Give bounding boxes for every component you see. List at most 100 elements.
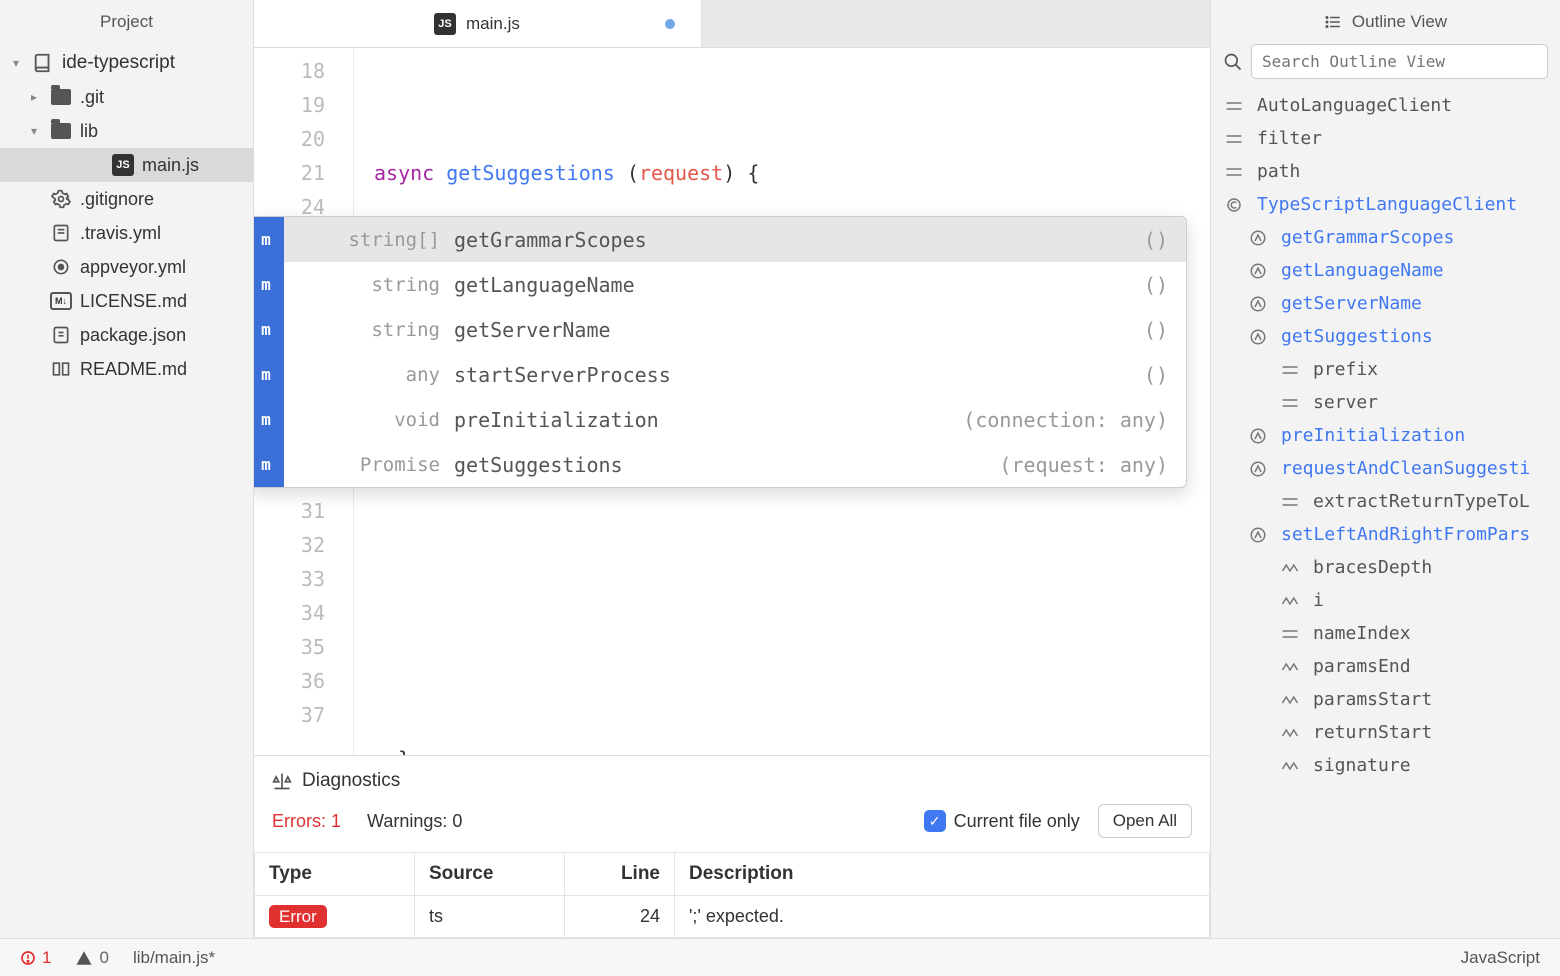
outline-label: nameIndex bbox=[1313, 623, 1411, 644]
tree-item-label: .travis.yml bbox=[80, 223, 161, 244]
tree-item[interactable]: ▸.git bbox=[0, 80, 253, 114]
outline-item[interactable]: AutoLanguageClient bbox=[1211, 89, 1560, 122]
outline-item[interactable]: paramsStart bbox=[1211, 683, 1560, 716]
outline-item[interactable]: TypeScriptLanguageClient bbox=[1211, 188, 1560, 221]
autocomplete-item[interactable]: mvoidpreInitialization(connection: any) bbox=[254, 397, 1186, 442]
outline-item[interactable]: signature bbox=[1211, 749, 1560, 782]
folder-icon bbox=[51, 123, 71, 139]
status-language[interactable]: JavaScript bbox=[1461, 948, 1540, 968]
col-line[interactable]: Line bbox=[565, 853, 675, 896]
outline-var-icon bbox=[1281, 693, 1303, 707]
search-icon bbox=[1223, 52, 1243, 72]
autocomplete-item[interactable]: mstringgetLanguageName() bbox=[254, 262, 1186, 307]
book-icon bbox=[32, 52, 54, 74]
diagnostics-panel: Diagnostics Errors: 1 Warnings: 0 ✓ Curr… bbox=[254, 755, 1210, 938]
outline-item[interactable]: server bbox=[1211, 386, 1560, 419]
autocomplete-popup[interactable]: mstring[]getGrammarScopes()mstringgetLan… bbox=[254, 216, 1187, 488]
file-type-icon bbox=[50, 324, 72, 346]
warning-count: Warnings: 0 bbox=[367, 811, 462, 832]
outline-fn-icon bbox=[1249, 328, 1271, 346]
tree-item[interactable]: .gitignore bbox=[0, 182, 253, 216]
col-source[interactable]: Source bbox=[415, 853, 565, 896]
tab-label: main.js bbox=[466, 14, 520, 34]
outline-item[interactable]: getGrammarScopes bbox=[1211, 221, 1560, 254]
tree-item[interactable]: M↓ LICENSE.md bbox=[0, 284, 253, 318]
tree-item[interactable]: .travis.yml bbox=[0, 216, 253, 250]
tree-item[interactable]: JS main.js bbox=[0, 148, 253, 182]
outline-item[interactable]: extractReturnTypeToL bbox=[1211, 485, 1560, 518]
tree-root[interactable]: ▾ ide-typescript bbox=[0, 46, 253, 80]
diagnostics-table: Type Source Line Description Errorts24';… bbox=[254, 852, 1210, 938]
outline-label: returnStart bbox=[1313, 722, 1432, 743]
outline-item[interactable]: getLanguageName bbox=[1211, 254, 1560, 287]
autocomplete-item[interactable]: mPromisegetSuggestions(request: any) bbox=[254, 442, 1186, 487]
outline-label: paramsEnd bbox=[1313, 656, 1411, 677]
editor-body[interactable]: 181920212431323334353637 async getSugges… bbox=[254, 48, 1210, 755]
file-type-icon bbox=[50, 188, 72, 210]
tree-item-label: .git bbox=[80, 87, 104, 108]
outline-item[interactable]: filter bbox=[1211, 122, 1560, 155]
status-warnings[interactable]: 0 bbox=[75, 948, 108, 968]
js-file-icon: JS bbox=[434, 13, 456, 35]
tree-item[interactable]: package.json bbox=[0, 318, 253, 352]
file-type-icon: JS bbox=[112, 154, 134, 176]
status-file[interactable]: lib/main.js* bbox=[133, 948, 215, 968]
outline-label: getLanguageName bbox=[1281, 260, 1444, 281]
outline-panel: Outline View AutoLanguageClientfilterpat… bbox=[1210, 0, 1560, 938]
outline-var-icon bbox=[1281, 561, 1303, 575]
outline-item[interactable]: setLeftAndRightFromPars bbox=[1211, 518, 1560, 551]
outline-label: requestAndCleanSuggesti bbox=[1281, 458, 1530, 479]
outline-item[interactable]: preInitialization bbox=[1211, 419, 1560, 452]
outline-item[interactable]: getServerName bbox=[1211, 287, 1560, 320]
folder-icon bbox=[51, 89, 71, 105]
outline-label: AutoLanguageClient bbox=[1257, 95, 1452, 116]
open-all-button[interactable]: Open All bbox=[1098, 804, 1192, 838]
method-badge-icon: m bbox=[254, 307, 284, 352]
modified-indicator-icon bbox=[665, 19, 675, 29]
outline-item[interactable]: prefix bbox=[1211, 353, 1560, 386]
tree-item[interactable]: ▾lib bbox=[0, 114, 253, 148]
outline-item[interactable]: path bbox=[1211, 155, 1560, 188]
tab-bar: JS main.js bbox=[254, 0, 1210, 48]
tree-item[interactable]: README.md bbox=[0, 352, 253, 386]
outline-item[interactable]: nameIndex bbox=[1211, 617, 1560, 650]
outline-item[interactable]: i bbox=[1211, 584, 1560, 617]
main-row: Project ▾ ide-typescript ▸.git▾libJSmain… bbox=[0, 0, 1560, 938]
outline-search-input[interactable] bbox=[1251, 44, 1548, 79]
tree-item-label: LICENSE.md bbox=[80, 291, 187, 312]
tab-active[interactable]: JS main.js bbox=[254, 0, 702, 47]
tree-item-label: appveyor.yml bbox=[80, 257, 186, 278]
outline-item[interactable]: requestAndCleanSuggesti bbox=[1211, 452, 1560, 485]
outline-var-icon bbox=[1281, 594, 1303, 608]
diagnostic-row[interactable]: Errorts24';' expected. bbox=[255, 896, 1210, 938]
current-file-toggle[interactable]: ✓ Current file only bbox=[924, 810, 1080, 832]
chevron-down-icon: ▾ bbox=[8, 56, 24, 70]
outline-label: getSuggestions bbox=[1281, 326, 1433, 347]
col-type[interactable]: Type bbox=[255, 853, 415, 896]
autocomplete-item[interactable]: mstringgetServerName() bbox=[254, 307, 1186, 352]
col-desc[interactable]: Description bbox=[675, 853, 1210, 896]
outline-item[interactable]: getSuggestions bbox=[1211, 320, 1560, 353]
status-errors[interactable]: 1 bbox=[20, 948, 51, 968]
tree-item-label: main.js bbox=[142, 155, 199, 176]
autocomplete-item[interactable]: manystartServerProcess() bbox=[254, 352, 1186, 397]
outline-const-icon bbox=[1225, 99, 1247, 113]
checkbox-icon: ✓ bbox=[924, 810, 946, 832]
autocomplete-item[interactable]: mstring[]getGrammarScopes() bbox=[254, 217, 1186, 262]
outline-label: filter bbox=[1257, 128, 1322, 149]
outline-fn-icon bbox=[1249, 427, 1271, 445]
outline-fn-icon bbox=[1249, 295, 1271, 313]
outline-item[interactable]: returnStart bbox=[1211, 716, 1560, 749]
outline-item[interactable]: paramsEnd bbox=[1211, 650, 1560, 683]
outline-item[interactable]: bracesDepth bbox=[1211, 551, 1560, 584]
outline-label: paramsStart bbox=[1313, 689, 1432, 710]
file-type-icon: M↓ bbox=[50, 290, 72, 312]
js-file-icon: JS bbox=[112, 154, 134, 176]
outline-fn-icon bbox=[1249, 526, 1271, 544]
outline-label: signature bbox=[1313, 755, 1411, 776]
outline-list: AutoLanguageClient filter pathTypeScriptLa… bbox=[1211, 85, 1560, 938]
outline-label: extractReturnTypeToL bbox=[1313, 491, 1530, 512]
file-type-icon bbox=[50, 358, 72, 380]
tree-item[interactable]: appveyor.yml bbox=[0, 250, 253, 284]
outline-label: getServerName bbox=[1281, 293, 1422, 314]
